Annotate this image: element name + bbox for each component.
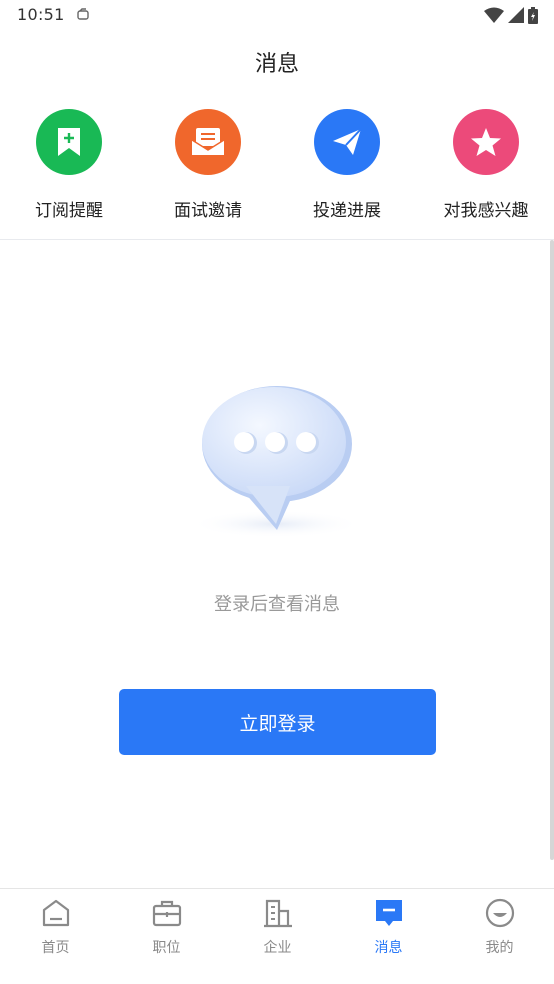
nav-item-home[interactable]: 首页: [0, 889, 111, 984]
page-title: 消息: [254, 52, 299, 77]
quick-entry-subscription[interactable]: 订阅提醒: [0, 109, 138, 221]
quick-entry-interested[interactable]: 对我感兴趣: [417, 109, 554, 221]
briefcase-icon: [152, 900, 182, 927]
quick-entry-label: 面试邀请: [174, 201, 242, 221]
status-time: 10:51: [17, 5, 65, 24]
building-icon: [264, 899, 292, 928]
quick-entry-interview[interactable]: 面试邀请: [139, 109, 277, 221]
quick-entries: 订阅提醒 面试邀请 投递进展 对我感兴趣: [0, 109, 554, 221]
mail-icon: [175, 109, 241, 175]
nav-item-profile[interactable]: 我的: [444, 889, 554, 984]
quick-entry-label: 订阅提醒: [35, 201, 103, 221]
quick-entry-delivery[interactable]: 投递进展: [278, 109, 416, 221]
login-button[interactable]: 立即登录: [119, 689, 436, 755]
nav-label: 我的: [485, 940, 514, 956]
empty-state-text: 登录后查看消息: [214, 594, 340, 615]
wifi-icon: [484, 7, 504, 23]
star-icon: [453, 109, 519, 175]
signal-icon: [508, 7, 524, 23]
bottom-nav: 首页 职位 企业 消息 我的: [0, 888, 554, 984]
divider: [0, 239, 554, 240]
battery-icon: [528, 6, 538, 24]
status-bar: 10:51: [0, 0, 554, 30]
quick-entry-label: 投递进展: [313, 201, 381, 221]
message-icon: [376, 900, 402, 926]
profile-icon: [485, 898, 515, 928]
bookmark-plus-icon: [36, 109, 102, 175]
quick-entry-label: 对我感兴趣: [443, 201, 529, 221]
paper-plane-icon: [314, 109, 380, 175]
scrollbar[interactable]: [550, 240, 554, 860]
nav-label: 企业: [263, 940, 292, 956]
nav-item-companies[interactable]: 企业: [222, 889, 333, 984]
chat-bubble-icon: [190, 386, 362, 538]
notification-icon: [77, 8, 89, 20]
nav-label: 首页: [41, 940, 70, 956]
nav-item-messages[interactable]: 消息: [333, 889, 444, 984]
home-icon: [42, 899, 70, 927]
nav-item-jobs[interactable]: 职位: [111, 889, 222, 984]
nav-label: 职位: [152, 940, 181, 956]
nav-label: 消息: [374, 940, 403, 956]
